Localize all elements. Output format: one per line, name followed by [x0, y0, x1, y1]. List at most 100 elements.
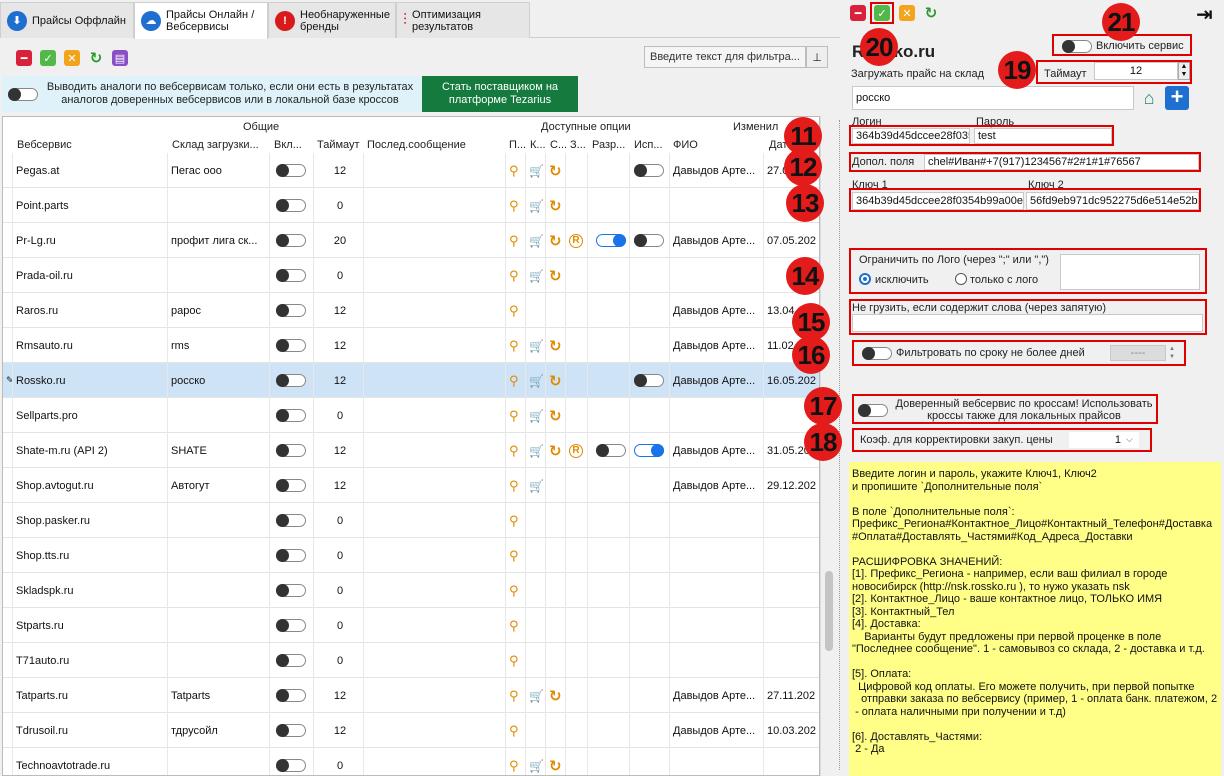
table-row[interactable]: Skladspk.ru 0 ⚲ — [3, 573, 819, 608]
enabled-toggle[interactable] — [276, 444, 306, 457]
allow-toggle[interactable] — [596, 444, 626, 457]
stop-words-input[interactable] — [852, 314, 1203, 332]
enabled-toggle[interactable] — [276, 234, 306, 247]
use-toggle[interactable] — [634, 444, 664, 457]
cancel-button[interactable]: ✕ — [64, 50, 80, 66]
status-option-cell: ↻ — [546, 188, 566, 223]
column-header[interactable]: Послед.сообщение — [367, 139, 466, 151]
panel-delete-button[interactable]: ━ — [850, 5, 866, 21]
delete-button[interactable]: ━ — [16, 50, 32, 66]
table-row[interactable]: Stparts.ru 0 ⚲ — [3, 608, 819, 643]
allow-cell — [588, 503, 630, 538]
column-header[interactable]: Вкл... — [274, 139, 302, 151]
filter-days-input[interactable]: ---- — [1110, 345, 1166, 361]
only-logo-radio[interactable] — [955, 273, 967, 285]
column-header[interactable]: Разр... — [592, 139, 625, 151]
timeout-input[interactable]: 12 — [1094, 62, 1178, 80]
filter-days-spinner[interactable]: ▲ ▼ — [1166, 345, 1178, 361]
table-row[interactable]: Shate-m.ru (API 2) SHATE 12 ⚲ 🛒 ↻ R Давыдов Арт… — [3, 433, 819, 468]
status-option-cell: ↻ — [546, 398, 566, 433]
enabled-toggle[interactable] — [276, 724, 306, 737]
enabled-toggle[interactable] — [276, 409, 306, 422]
refresh-button[interactable]: ↻ — [88, 50, 104, 67]
table-row[interactable]: Rmsauto.ru rms 12 ⚲ 🛒 ↻ Давыдов Арте... 11.02..… — [3, 328, 819, 363]
enabled-toggle[interactable] — [276, 584, 306, 597]
panel-cancel-button[interactable]: ✕ — [899, 5, 915, 21]
enabled-toggle[interactable] — [276, 759, 306, 772]
webservice-name-cell: Prada-oil.ru — [13, 258, 168, 293]
export-button[interactable]: ▤ — [112, 50, 128, 66]
key2-input[interactable]: 56fd9eb971dc952275d6e514e52b8 — [1026, 192, 1199, 210]
tab-optimization[interactable]: ⫶ Оптимизация результатов — [396, 2, 530, 38]
enabled-toggle[interactable] — [276, 304, 306, 317]
use-toggle[interactable] — [634, 374, 664, 387]
search-icon: ⚲ — [509, 757, 519, 773]
table-row[interactable]: Sellparts.pro 0 ⚲ 🛒 ↻ — [3, 398, 819, 433]
table-row[interactable]: Pr-Lg.ru профит лига ск... 20 ⚲ 🛒 ↻ R Давыдов А… — [3, 223, 819, 258]
table-row[interactable]: Pegas.at Пегас ооо 12 ⚲ 🛒 ↻ Давыдов Арте... 27.… — [3, 153, 819, 188]
use-toggle[interactable] — [634, 164, 664, 177]
column-header[interactable]: К... — [530, 139, 546, 151]
refresh-icon: ↻ — [89, 50, 103, 67]
key1-input[interactable]: 364b39d45dccee28f0354b99a00e — [852, 192, 1024, 210]
column-header[interactable]: З... — [570, 139, 586, 151]
enabled-toggle[interactable] — [276, 269, 306, 282]
logo-list-input[interactable] — [1060, 254, 1200, 290]
enabled-toggle[interactable] — [276, 549, 306, 562]
column-header[interactable]: Вебсервис — [17, 139, 72, 151]
enabled-toggle[interactable] — [276, 199, 306, 212]
table-row[interactable]: Shop.pasker.ru 0 ⚲ — [3, 503, 819, 538]
table-row[interactable]: Prada-oil.ru 0 ⚲ 🛒 ↻ — [3, 258, 819, 293]
filter-days-toggle[interactable] — [862, 347, 892, 360]
enable-service-toggle[interactable] — [1062, 40, 1092, 53]
extra-fields-input[interactable]: chel#Иван#+7(917)1234567#2#1#1#76567 — [924, 154, 1199, 170]
table-row[interactable]: T71auto.ru 0 ⚲ — [3, 643, 819, 678]
timeout-spinner[interactable]: ▲ ▼ — [1178, 62, 1190, 80]
table-row[interactable]: Point.parts 0 ⚲ 🛒 ↻ — [3, 188, 819, 223]
table-row[interactable]: Shop.tts.ru 0 ⚲ — [3, 538, 819, 573]
enabled-toggle[interactable] — [276, 654, 306, 667]
become-supplier-button[interactable]: Стать поставщиком на платформе Tezarius — [422, 76, 578, 112]
column-header[interactable]: П... — [509, 139, 526, 151]
use-toggle[interactable] — [634, 234, 664, 247]
enabled-toggle[interactable] — [276, 619, 306, 632]
table-row[interactable]: Shop.avtogut.ru Автогут 12 ⚲ 🛒 Давыдов Арте..… — [3, 468, 819, 503]
enabled-toggle[interactable] — [276, 339, 306, 352]
enabled-toggle[interactable] — [276, 479, 306, 492]
column-header[interactable]: ФИО — [673, 139, 698, 151]
table-row[interactable]: Raros.ru рарос 12 ⚲ Давыдов Арте... 13.04... — [3, 293, 819, 328]
filter-input[interactable]: Введите текст для фильтра... — [644, 46, 806, 68]
column-header[interactable]: С... — [550, 139, 567, 151]
timeout-cell: 20 — [314, 223, 364, 258]
exclude-radio[interactable] — [859, 273, 871, 285]
column-header[interactable]: Склад загрузки... — [172, 139, 259, 151]
tab-unfound-brands[interactable]: ! Необнаруженные бренды — [268, 2, 396, 38]
trusted-service-toggle[interactable] — [858, 404, 888, 417]
login-input[interactable]: 364b39d45dccee28f035 — [852, 128, 970, 144]
badge-20: 20 — [860, 28, 898, 66]
analogs-toggle[interactable] — [8, 88, 38, 101]
warehouse-icon[interactable]: ⌂ — [1138, 88, 1160, 110]
panel-refresh-button[interactable]: ↻ — [923, 5, 939, 22]
exit-icon[interactable]: ⇥ — [1196, 2, 1213, 27]
column-header[interactable]: Таймаут — [317, 139, 360, 151]
use-cell — [630, 748, 670, 775]
column-header[interactable]: Исп... — [634, 139, 663, 151]
password-input[interactable]: test — [974, 128, 1112, 144]
table-row[interactable]: Tatparts.ru Tatparts 12 ⚲ 🛒 ↻ Давыдов Арте... 2… — [3, 678, 819, 713]
warehouse-input[interactable]: росско — [852, 86, 1134, 110]
save-button[interactable]: ✓ — [40, 50, 56, 66]
tab-online-prices[interactable]: ☁ Прайсы Онлайн / Вебсервисы — [134, 2, 268, 39]
add-warehouse-button[interactable]: + — [1165, 86, 1189, 110]
table-row[interactable]: Tdrusoil.ru тдрусойл 12 ⚲ Давыдов Арте... 10.… — [3, 713, 819, 748]
enabled-toggle[interactable] — [276, 164, 306, 177]
enabled-toggle[interactable] — [276, 514, 306, 527]
filter-clear-button[interactable]: ⊥ — [806, 46, 828, 68]
enabled-toggle[interactable] — [276, 689, 306, 702]
refresh-status-icon: ↻ — [549, 372, 562, 390]
table-row[interactable]: ✎ Rossko.ru росско 12 ⚲ 🛒 ↻ Давыдов Арте... 16.0… — [3, 363, 819, 398]
allow-toggle[interactable] — [596, 234, 626, 247]
table-row[interactable]: Technoavtotrade.ru 0 ⚲ 🛒 ↻ — [3, 748, 819, 775]
tab-offline-prices[interactable]: ⬇ Прайсы Оффлайн — [0, 2, 134, 38]
enabled-toggle[interactable] — [276, 374, 306, 387]
